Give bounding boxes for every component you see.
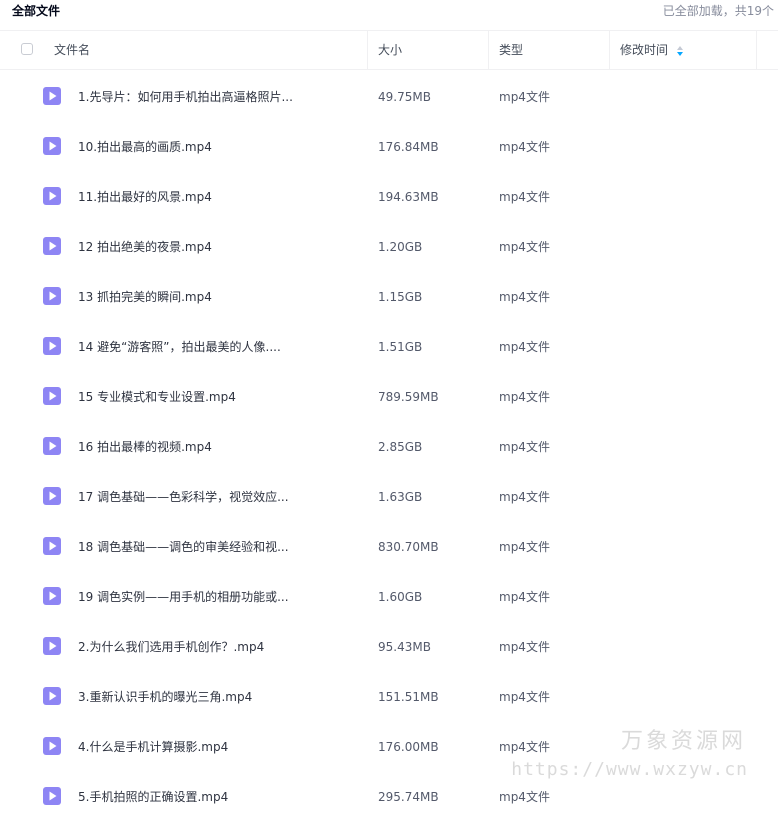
file-size: 95.43MB — [378, 640, 431, 654]
file-type: mp4文件 — [499, 740, 550, 754]
file-type: mp4文件 — [499, 90, 550, 104]
breadcrumb[interactable]: 全部文件 — [12, 2, 60, 19]
file-type: mp4文件 — [499, 340, 550, 354]
video-file-icon — [43, 387, 61, 405]
file-size: 1.20GB — [378, 240, 423, 254]
video-file-icon — [43, 287, 61, 305]
table-row[interactable]: 13 抓拍完美的瞬间.mp4 1.15GB mp4文件 — [0, 272, 778, 322]
table-row[interactable]: 17 调色基础——色彩科学，视觉效应... 1.63GB mp4文件 — [0, 472, 778, 522]
file-name[interactable]: 1.先导片：如何用手机拍出高逼格照片... — [78, 72, 358, 122]
table-row[interactable]: 4.什么是手机计算摄影.mp4 176.00MB mp4文件 — [0, 722, 778, 772]
video-file-icon — [43, 737, 61, 755]
video-file-icon — [43, 587, 61, 605]
table-row[interactable]: 11.拍出最好的风景.mp4 194.63MB mp4文件 — [0, 172, 778, 222]
file-size: 194.63MB — [378, 190, 439, 204]
file-size: 1.15GB — [378, 290, 423, 304]
file-size: 176.84MB — [378, 140, 439, 154]
file-name[interactable]: 10.拍出最高的画质.mp4 — [78, 122, 358, 172]
table-row[interactable]: 19 调色实例——用手机的相册功能或... 1.60GB mp4文件 — [0, 572, 778, 622]
file-name[interactable]: 17 调色基础——色彩科学，视觉效应... — [78, 472, 358, 522]
file-name[interactable]: 12 拍出绝美的夜景.mp4 — [78, 222, 358, 272]
video-file-icon — [43, 187, 61, 205]
table-row[interactable]: 18 调色基础——调色的审美经验和视... 830.70MB mp4文件 — [0, 522, 778, 572]
table-header: 文件名 大小 类型 修改时间 — [0, 30, 778, 70]
table-row[interactable]: 5.手机拍照的正确设置.mp4 295.74MB mp4文件 — [0, 772, 778, 822]
file-name[interactable]: 15 专业模式和专业设置.mp4 — [78, 372, 358, 422]
file-type: mp4文件 — [499, 190, 550, 204]
load-status: 已全部加载，共19个 — [662, 4, 774, 18]
file-type: mp4文件 — [499, 390, 550, 404]
file-type: mp4文件 — [499, 540, 550, 554]
file-name[interactable]: 16 拍出最棒的视频.mp4 — [78, 422, 358, 472]
file-name[interactable]: 4.什么是手机计算摄影.mp4 — [78, 722, 358, 772]
file-size: 151.51MB — [378, 690, 439, 704]
video-file-icon — [43, 687, 61, 705]
file-size: 1.51GB — [378, 340, 423, 354]
file-name[interactable]: 14 避免“游客照”，拍出最美的人像.... — [78, 322, 358, 372]
video-file-icon — [43, 137, 61, 155]
table-row[interactable]: 14 避免“游客照”，拍出最美的人像.... 1.51GB mp4文件 — [0, 322, 778, 372]
file-size: 176.00MB — [378, 740, 439, 754]
file-size: 2.85GB — [378, 440, 423, 454]
file-size: 789.59MB — [378, 390, 439, 404]
video-file-icon — [43, 337, 61, 355]
file-type: mp4文件 — [499, 290, 550, 304]
file-type: mp4文件 — [499, 240, 550, 254]
file-type: mp4文件 — [499, 790, 550, 804]
file-list: 1.先导片：如何用手机拍出高逼格照片... 49.75MB mp4文件 10.拍出最高… — [0, 72, 778, 822]
column-header-type[interactable]: 类型 — [499, 31, 523, 69]
file-size: 295.74MB — [378, 790, 439, 804]
table-row[interactable]: 12 拍出绝美的夜景.mp4 1.20GB mp4文件 — [0, 222, 778, 272]
table-row[interactable]: 16 拍出最棒的视频.mp4 2.85GB mp4文件 — [0, 422, 778, 472]
column-header-name[interactable]: 文件名 — [54, 31, 90, 69]
select-all-checkbox[interactable] — [21, 43, 33, 55]
file-type: mp4文件 — [499, 140, 550, 154]
file-name[interactable]: 19 调色实例——用手机的相册功能或... — [78, 572, 358, 622]
file-name[interactable]: 13 抓拍完美的瞬间.mp4 — [78, 272, 358, 322]
file-size: 1.63GB — [378, 490, 423, 504]
file-name[interactable]: 3.重新认识手机的曝光三角.mp4 — [78, 672, 358, 722]
file-type: mp4文件 — [499, 490, 550, 504]
file-size: 1.60GB — [378, 590, 423, 604]
column-header-modified[interactable]: 修改时间 — [620, 31, 668, 69]
column-divider[interactable] — [367, 31, 368, 69]
video-file-icon — [43, 487, 61, 505]
table-row[interactable]: 10.拍出最高的画质.mp4 176.84MB mp4文件 — [0, 122, 778, 172]
file-type: mp4文件 — [499, 640, 550, 654]
file-name[interactable]: 11.拍出最好的风景.mp4 — [78, 172, 358, 222]
video-file-icon — [43, 787, 61, 805]
video-file-icon — [43, 537, 61, 555]
table-row[interactable]: 2.为什么我们选用手机创作？.mp4 95.43MB mp4文件 — [0, 622, 778, 672]
file-type: mp4文件 — [499, 440, 550, 454]
video-file-icon — [43, 637, 61, 655]
column-divider[interactable] — [756, 31, 757, 69]
file-name[interactable]: 2.为什么我们选用手机创作？.mp4 — [78, 622, 358, 672]
file-type: mp4文件 — [499, 690, 550, 704]
table-row[interactable]: 1.先导片：如何用手机拍出高逼格照片... 49.75MB mp4文件 — [0, 72, 778, 122]
file-name[interactable]: 5.手机拍照的正确设置.mp4 — [78, 772, 358, 822]
file-size: 49.75MB — [378, 90, 431, 104]
top-bar: 全部文件 已全部加载，共19个 — [0, 0, 778, 22]
video-file-icon — [43, 237, 61, 255]
table-row[interactable]: 15 专业模式和专业设置.mp4 789.59MB mp4文件 — [0, 372, 778, 422]
table-row[interactable]: 3.重新认识手机的曝光三角.mp4 151.51MB mp4文件 — [0, 672, 778, 722]
column-divider[interactable] — [609, 31, 610, 69]
sort-icon[interactable] — [676, 45, 684, 57]
video-file-icon — [43, 87, 61, 105]
file-size: 830.70MB — [378, 540, 439, 554]
file-name[interactable]: 18 调色基础——调色的审美经验和视... — [78, 522, 358, 572]
video-file-icon — [43, 437, 61, 455]
column-divider[interactable] — [488, 31, 489, 69]
file-type: mp4文件 — [499, 590, 550, 604]
column-header-size[interactable]: 大小 — [378, 31, 402, 69]
